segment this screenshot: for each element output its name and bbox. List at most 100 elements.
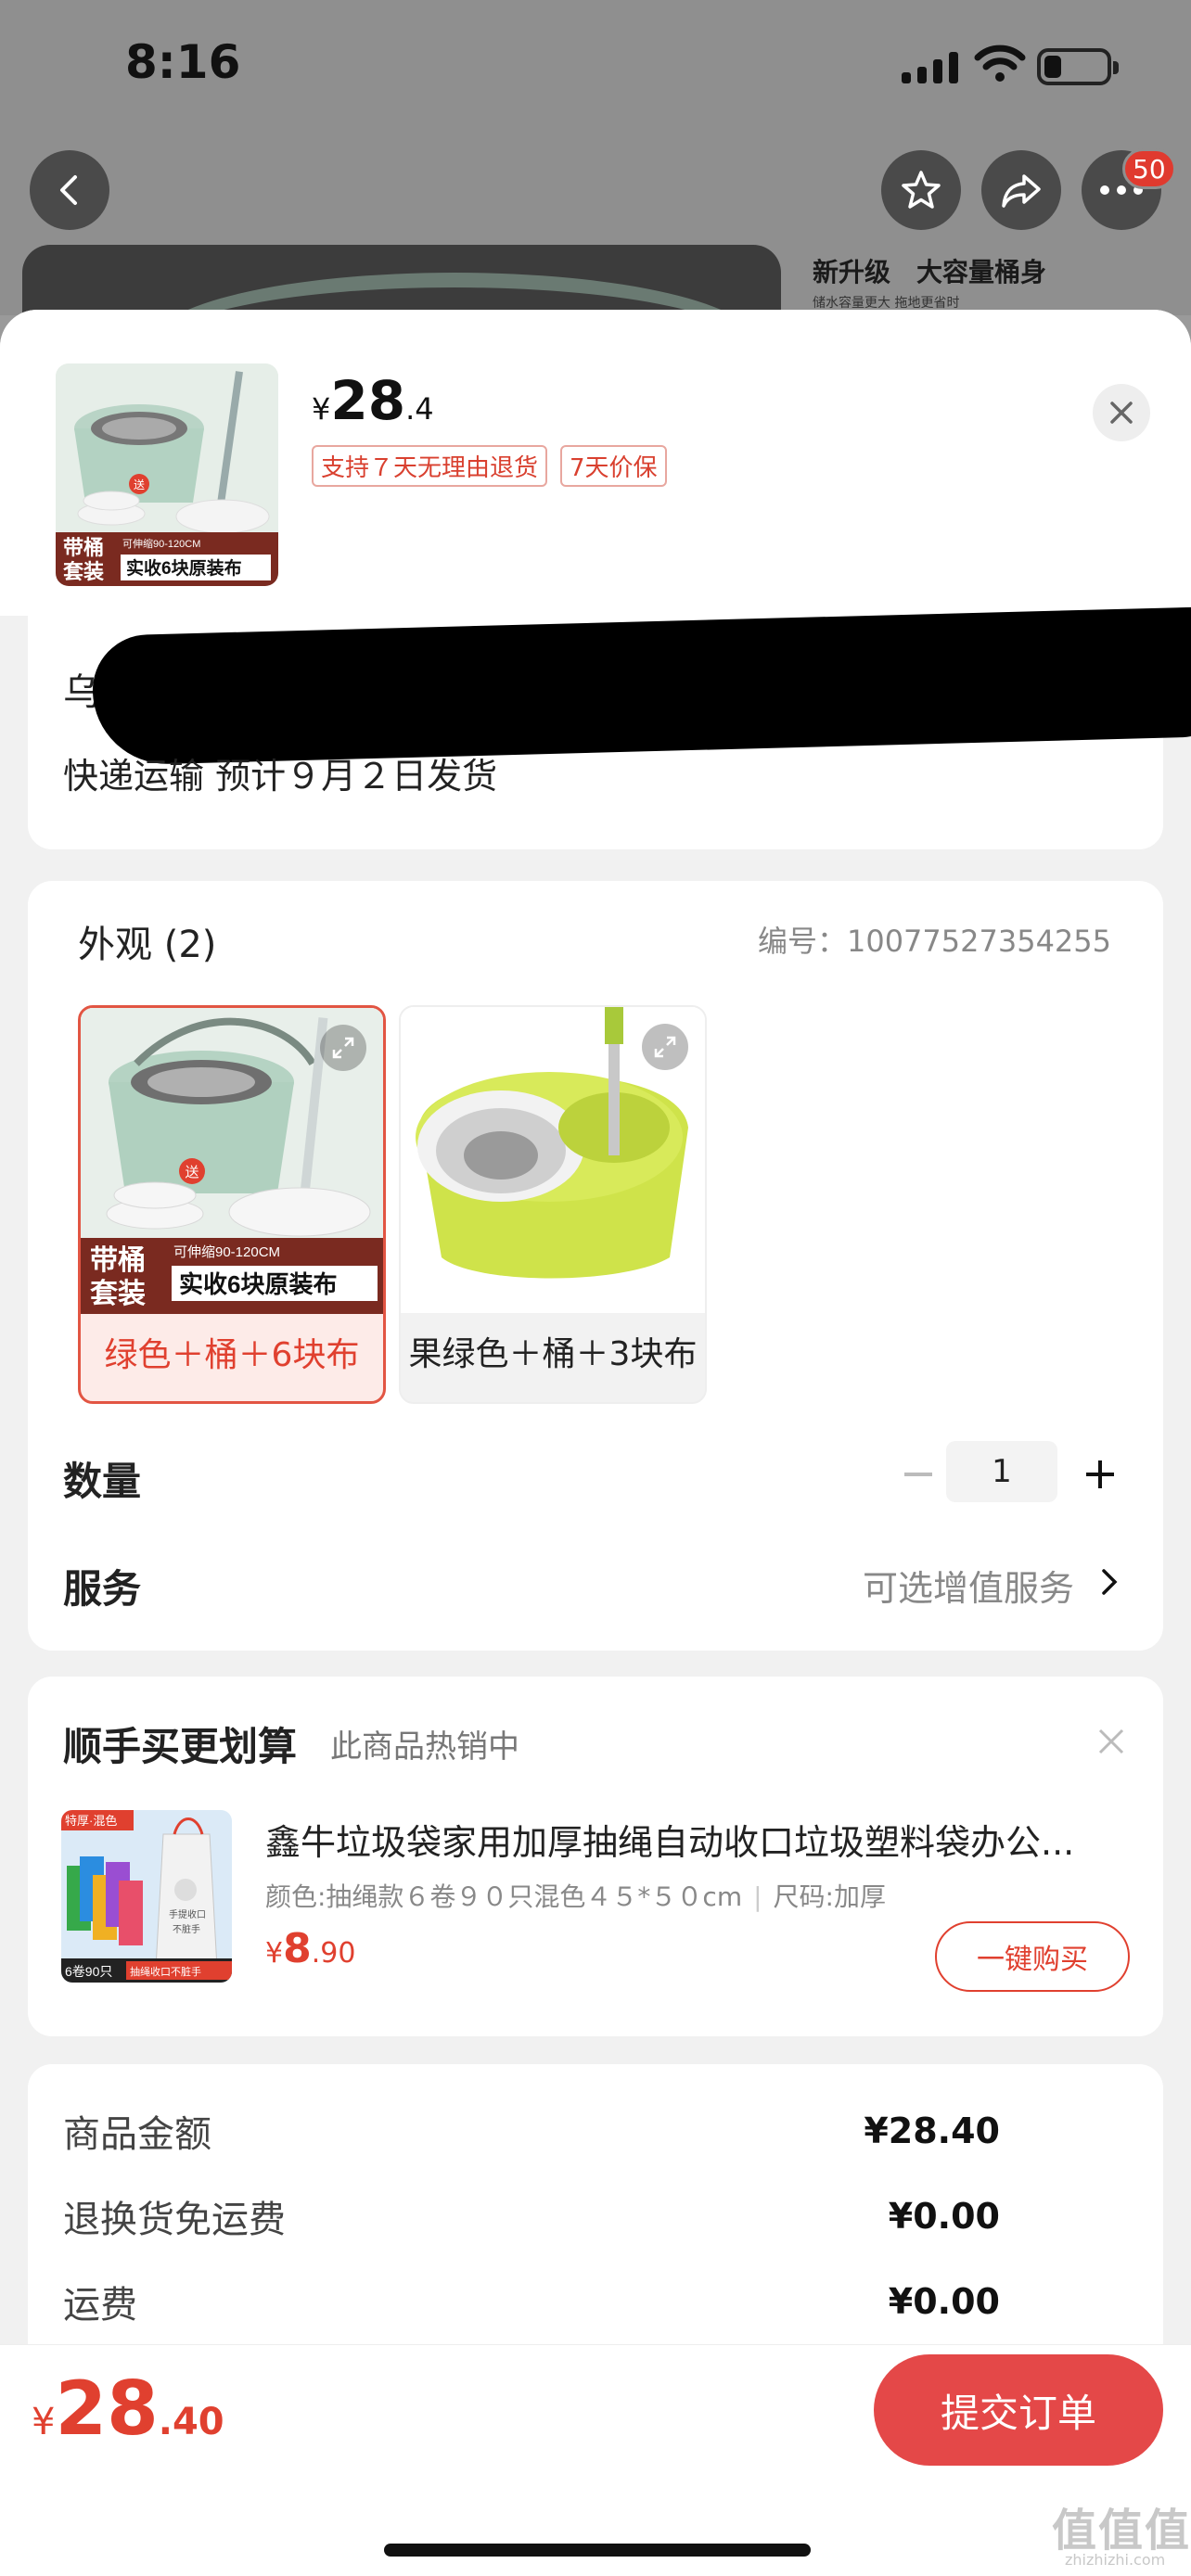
variant-img-spec: 可伸缩90-120CM bbox=[173, 1244, 280, 1260]
price-currency: ¥ bbox=[312, 391, 331, 427]
quantity-decrease-button[interactable] bbox=[890, 1447, 946, 1502]
quantity-input[interactable]: 1 bbox=[946, 1441, 1057, 1502]
thumb-promo: 实收6块原装布 bbox=[126, 557, 242, 579]
upsell-price-integer: 8 bbox=[283, 1925, 312, 1972]
background-promo-subtitle: 储水容量更大 拖地更省时 bbox=[813, 296, 960, 311]
mop-bucket-image: 送 带桶 套装 可伸缩90-120CM 实收6块原装布 bbox=[56, 363, 278, 586]
expand-icon bbox=[332, 1037, 354, 1059]
home-indicator[interactable] bbox=[384, 2544, 811, 2557]
battery-icon bbox=[1037, 48, 1119, 85]
upsell-price: ¥8.90 bbox=[265, 1925, 355, 1972]
expand-image-button[interactable] bbox=[642, 1024, 688, 1070]
upsell-bag-text-1: 手提收口 bbox=[169, 1908, 206, 1920]
close-icon bbox=[1110, 402, 1133, 424]
variant-label: 果绿色＋桶＋3块布 bbox=[408, 1335, 698, 1373]
background-promo-title: 新升级 大容量桶身 bbox=[813, 257, 1047, 287]
breakdown-value: ¥0.00 bbox=[888, 2281, 1000, 2322]
upsell-price-currency: ¥ bbox=[265, 1937, 284, 1970]
chevron-left-icon bbox=[60, 175, 77, 205]
price-decimal: .4 bbox=[405, 391, 434, 427]
price-integer: 28 bbox=[330, 369, 406, 432]
plus-icon bbox=[1086, 1460, 1114, 1488]
upsell-spec-color: 颜色:抽绳款６卷９０只混色４５*５０cm bbox=[265, 1881, 743, 1912]
upsell-thumb-bottom-right: 抽绳收口不脏手 bbox=[130, 1965, 201, 1978]
upsell-card: 顺手买更划算 此商品热销中 特厚·混色 手提收口 不脏手 6卷90只 抽绳收口不… bbox=[28, 1677, 1163, 2036]
breakdown-row: 运费 ¥0.00 bbox=[63, 2274, 1000, 2329]
service-tags: 支持７天无理由退货 7天价保 bbox=[312, 445, 667, 487]
breakdown-row: 退换货免运费 ¥0.00 bbox=[63, 2188, 1000, 2244]
variant-option-selected[interactable]: 送 带桶 套装 可伸缩90-120CM 实收6块原装布 绿色＋桶＋6块布 bbox=[78, 1005, 386, 1404]
product-code-label: 编号： bbox=[757, 924, 847, 959]
product-thumbnail[interactable]: 送 带桶 套装 可伸缩90-120CM 实收6块原装布 bbox=[56, 363, 278, 586]
total-integer: 28 bbox=[55, 2366, 159, 2452]
service-label: 服务 bbox=[63, 1566, 142, 1612]
upsell-title: 顺手买更划算 bbox=[63, 1724, 298, 1769]
variant-img-line2: 套装 bbox=[90, 1279, 146, 1309]
submit-order-button[interactable]: 提交订单 bbox=[874, 2354, 1163, 2466]
breakdown-value: ¥0.00 bbox=[888, 2196, 1000, 2237]
sheet-header: 送 带桶 套装 可伸缩90-120CM 实收6块原装布 ¥28.4 支持７天无理… bbox=[0, 310, 1191, 616]
watermark: 值值值 bbox=[1052, 2505, 1191, 2557]
cart-count-badge: 50 bbox=[1122, 148, 1176, 189]
thumb-spec: 可伸缩90-120CM bbox=[122, 538, 200, 550]
watermark-url: zhizhizhi.com bbox=[1065, 2551, 1166, 2569]
upsell-item-name[interactable]: 鑫牛垃圾袋家用加厚抽绳自动收口垃圾塑料袋办公... bbox=[265, 1814, 1145, 1865]
service-option-link[interactable]: 可选增值服务 bbox=[863, 1560, 1074, 1611]
gift-tag: 送 bbox=[134, 478, 145, 491]
upsell-thumbnail[interactable]: 特厚·混色 手提收口 不脏手 6卷90只 抽绳收口不脏手 bbox=[61, 1810, 232, 1983]
product-code-value: 10077527354255 bbox=[846, 924, 1111, 959]
redaction-mark bbox=[91, 606, 1191, 766]
total-decimal: .40 bbox=[158, 2401, 224, 2443]
total-price: ¥28.40 bbox=[32, 2366, 224, 2452]
upsell-thumb-top: 特厚·混色 bbox=[65, 1814, 117, 1828]
breakdown-label: 商品金额 bbox=[63, 2113, 211, 2156]
signal-icon bbox=[902, 52, 958, 83]
minus-icon bbox=[904, 1473, 932, 1476]
selected-price: ¥28.4 bbox=[312, 369, 434, 432]
one-click-buy-button[interactable]: 一键购买 bbox=[935, 1921, 1130, 1992]
quantity-increase-button[interactable] bbox=[1072, 1447, 1128, 1502]
expand-icon bbox=[654, 1036, 676, 1058]
close-icon[interactable] bbox=[1093, 1723, 1130, 1760]
breakdown-value: ¥28.40 bbox=[864, 2111, 1000, 2151]
checkout-bar: ¥28.40 提交订单 值值值 zhizhizhi.com bbox=[0, 2344, 1191, 2576]
thumb-line2: 套装 bbox=[63, 560, 104, 583]
star-icon bbox=[902, 171, 941, 209]
back-button[interactable] bbox=[30, 150, 109, 230]
close-sheet-button[interactable] bbox=[1093, 384, 1150, 441]
upsell-subtitle: 此商品热销中 bbox=[330, 1728, 519, 1766]
thumb-line1: 带桶 bbox=[63, 536, 104, 559]
price-breakdown-card: 商品金额 ¥28.40 退换货免运费 ¥0.00 运费 ¥0.00 bbox=[28, 2064, 1163, 2361]
status-time: 8:16 bbox=[125, 35, 241, 89]
variant-option[interactable]: 果绿色＋桶＋3块布 bbox=[399, 1005, 707, 1404]
appearance-title: 外观 (2) bbox=[78, 924, 217, 966]
shipping-estimate: 快递运输 预计９月２日发货 bbox=[63, 756, 498, 797]
status-bar: 8:16 bbox=[0, 0, 1191, 139]
variant-gift-tag: 送 bbox=[185, 1165, 198, 1180]
breakdown-row: 商品金额 ¥28.40 bbox=[63, 2103, 1000, 2159]
upsell-spec-size: 尺码:加厚 bbox=[773, 1881, 886, 1912]
variant-img-promo: 实收6块原装布 bbox=[179, 1270, 337, 1298]
share-icon bbox=[1002, 174, 1041, 208]
quantity-label: 数量 bbox=[63, 1459, 142, 1504]
variant-label: 绿色＋桶＋6块布 bbox=[104, 1336, 360, 1374]
wifi-icon bbox=[974, 45, 1026, 82]
variant-img-line1: 带桶 bbox=[90, 1245, 146, 1276]
share-button[interactable] bbox=[981, 150, 1061, 230]
breakdown-label: 运费 bbox=[63, 2284, 137, 2327]
upsell-bag-text-2: 不脏手 bbox=[173, 1923, 200, 1935]
expand-image-button[interactable] bbox=[320, 1025, 366, 1071]
upsell-thumb-bottom-left: 6卷90只 bbox=[65, 1964, 112, 1979]
spec-divider: | bbox=[753, 1881, 762, 1912]
options-card: 外观 (2) 编号：10077527354255 送 带桶 套装 可伸缩90-1… bbox=[28, 881, 1163, 1651]
tag-return: 支持７天无理由退货 bbox=[312, 445, 548, 487]
tag-price-protect: 7天价保 bbox=[560, 445, 667, 487]
chevron-right-icon[interactable] bbox=[1091, 1563, 1128, 1600]
breakdown-label: 退换货免运费 bbox=[63, 2199, 286, 2241]
upsell-item-spec: 颜色:抽绳款６卷９０只混色４５*５０cm | 尺码:加厚 bbox=[265, 1877, 886, 1914]
product-code: 编号：10077527354255 bbox=[758, 918, 1111, 961]
address-card[interactable]: 乌 快递运输 预计９月２日发货 bbox=[28, 606, 1191, 849]
upsell-price-decimal: .90 bbox=[311, 1937, 356, 1970]
sku-sheet: 送 带桶 套装 可伸缩90-120CM 实收6块原装布 ¥28.4 支持７天无理… bbox=[0, 310, 1191, 2576]
favorite-button[interactable] bbox=[881, 150, 961, 230]
